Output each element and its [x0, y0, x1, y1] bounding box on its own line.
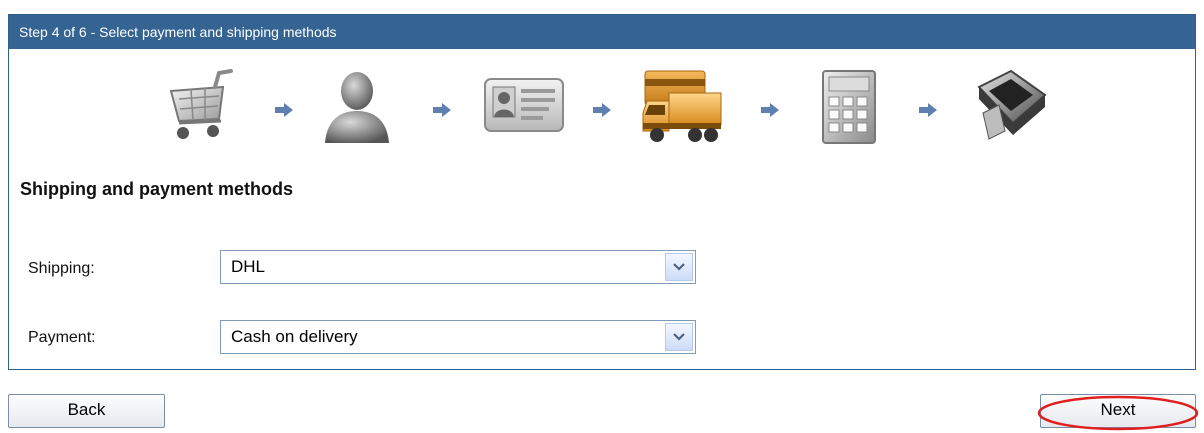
back-button[interactable]: Back	[8, 394, 165, 428]
step-account	[319, 65, 409, 155]
payment-select[interactable]: Cash on delivery	[220, 320, 696, 354]
checkout-steps	[9, 65, 1195, 165]
checkout-panel: Step 4 of 6 - Select payment and shippin…	[8, 14, 1196, 370]
dropdown-button[interactable]	[665, 253, 693, 281]
step-arrow-icon	[919, 103, 937, 117]
id-card-icon	[484, 78, 564, 132]
payment-label: Payment:	[28, 329, 96, 346]
delivery-truck-icon	[642, 70, 722, 142]
card-terminal-icon	[977, 69, 1047, 140]
dropdown-button[interactable]	[665, 323, 693, 351]
shipping-value: DHL	[231, 257, 266, 276]
chevron-down-icon	[673, 263, 685, 271]
section-title: Shipping and payment methods	[20, 179, 294, 199]
step-arrow-icon	[593, 103, 611, 117]
shopping-cart-icon	[169, 69, 233, 139]
step-address	[481, 65, 571, 155]
next-button[interactable]: Next	[1040, 394, 1196, 428]
calculator-icon	[822, 70, 876, 144]
shipping-select[interactable]: DHL	[220, 250, 696, 284]
step-arrow-icon	[761, 103, 779, 117]
step-arrow-icon	[433, 103, 451, 117]
payment-value: Cash on delivery	[231, 327, 358, 346]
step-cart	[161, 65, 251, 155]
panel-header: Step 4 of 6 - Select payment and shippin…	[9, 15, 1195, 49]
step-payment	[965, 65, 1055, 155]
chevron-down-icon	[673, 333, 685, 341]
step-shipping-active	[639, 65, 729, 155]
shipping-label: Shipping:	[28, 260, 95, 277]
step-arrow-icon	[275, 103, 293, 117]
user-icon	[325, 72, 389, 143]
step-summary	[809, 65, 899, 155]
